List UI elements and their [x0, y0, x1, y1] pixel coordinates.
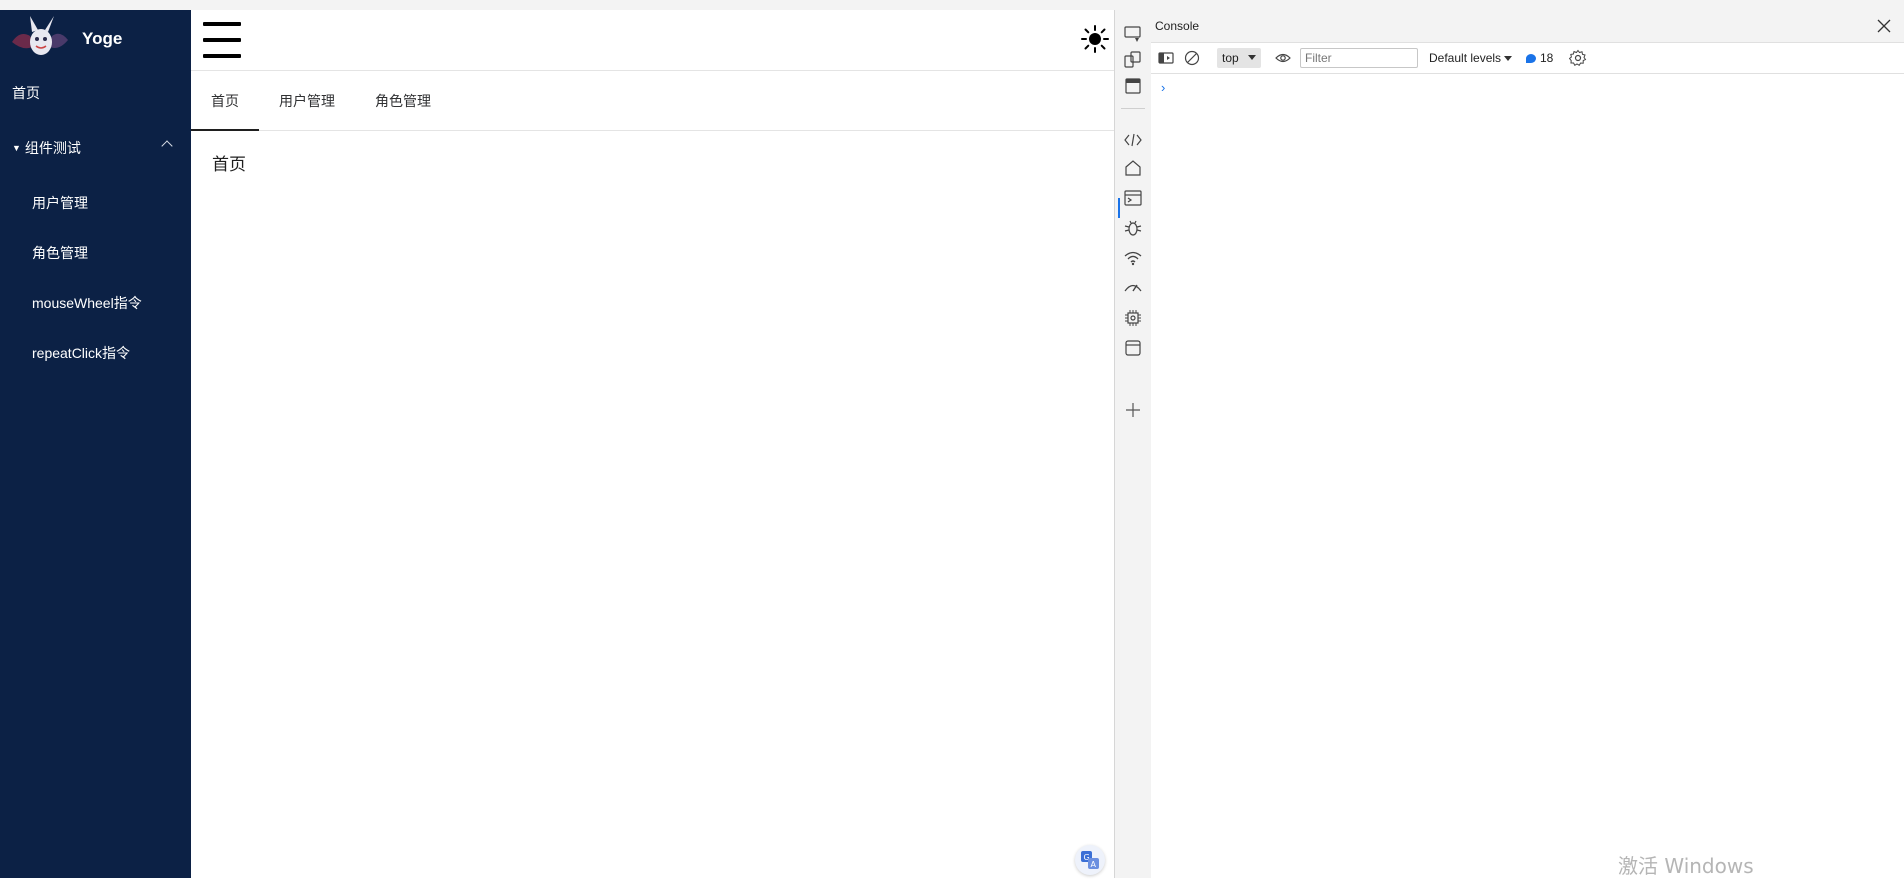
- top-strip: [0, 0, 1904, 10]
- application-icon[interactable]: [1123, 338, 1143, 358]
- brand-name: Yoge: [82, 29, 123, 48]
- context-value: top: [1222, 51, 1239, 65]
- device-emulation-icon[interactable]: [1123, 50, 1143, 70]
- elements-icon[interactable]: [1123, 130, 1143, 150]
- caret-down-icon: ▼: [12, 143, 21, 153]
- sidebar-item-role-management[interactable]: 角色管理: [0, 228, 191, 278]
- sidebar-group-components[interactable]: ▼ 组件测试: [0, 118, 191, 178]
- issues-count: 18: [1540, 51, 1554, 65]
- screencast-icon[interactable]: [1123, 24, 1143, 44]
- add-tool-icon[interactable]: [1123, 400, 1143, 420]
- live-expression-eye-icon[interactable]: [1274, 49, 1292, 67]
- sidebar-item-user-management[interactable]: 用户管理: [0, 178, 191, 228]
- page-title: 首页: [212, 155, 246, 174]
- sidebar-group-label: 组件测试: [24, 140, 81, 156]
- cpu-icon[interactable]: [1123, 308, 1143, 328]
- console-panel: Console top Default levels 18 ›: [1151, 10, 1904, 878]
- home-icon[interactable]: [1123, 158, 1143, 178]
- sun-icon[interactable]: [1080, 24, 1110, 54]
- console-toolbar: top Default levels 18: [1151, 43, 1904, 74]
- devtools-activity-bar: [1114, 10, 1152, 878]
- console-icon[interactable]: [1123, 188, 1143, 208]
- sidebar-item-mousewheel[interactable]: mouseWheel指令: [0, 278, 191, 328]
- translate-icon[interactable]: G A: [1075, 845, 1105, 875]
- dropdown-arrow-icon: [1248, 55, 1256, 60]
- sidebar-item-home[interactable]: 首页: [0, 68, 191, 118]
- brand[interactable]: Yoge: [0, 10, 191, 68]
- message-bubble-icon: [1526, 53, 1536, 63]
- context-select[interactable]: top: [1217, 48, 1261, 68]
- tab-home[interactable]: 首页: [191, 71, 259, 131]
- main-area: 首页 用户管理 角色管理 首页 G A: [191, 10, 1114, 878]
- settings-gear-icon[interactable]: [1568, 49, 1587, 67]
- log-levels-label: Default levels: [1429, 51, 1502, 65]
- app-header: [191, 10, 1114, 71]
- svg-text:A: A: [1091, 860, 1097, 869]
- sidebar-toggle-icon[interactable]: [1157, 49, 1175, 67]
- console-title: Console: [1155, 19, 1200, 33]
- hamburger-menu-icon[interactable]: [203, 20, 241, 60]
- console-prompt[interactable]: ›: [1161, 80, 1165, 95]
- sidebar: Yoge 首页 ▼ 组件测试 用户管理 角色管理 mouseWheel指令 re…: [0, 10, 191, 878]
- wifi-icon[interactable]: [1123, 248, 1143, 268]
- console-header: Console: [1151, 10, 1904, 43]
- bug-icon[interactable]: [1123, 218, 1143, 238]
- tab-role-management[interactable]: 角色管理: [355, 71, 451, 130]
- dropdown-arrow-icon: [1504, 56, 1513, 62]
- tab-bar: 首页 用户管理 角色管理: [191, 71, 1114, 131]
- dock-panel-icon[interactable]: [1123, 76, 1143, 96]
- filter-input[interactable]: [1300, 48, 1418, 68]
- bat-logo-icon: [10, 12, 70, 66]
- issues-counter[interactable]: 18: [1526, 51, 1553, 65]
- clear-console-icon[interactable]: [1183, 49, 1201, 67]
- windows-activation-watermark: 激活 Windows: [1618, 854, 1754, 878]
- close-icon[interactable]: [1876, 18, 1892, 34]
- sidebar-item-repeatclick[interactable]: repeatClick指令: [0, 328, 191, 378]
- performance-icon[interactable]: [1123, 278, 1143, 298]
- tab-user-management[interactable]: 用户管理: [259, 71, 355, 130]
- chevron-up-icon: [161, 140, 173, 152]
- log-levels-dropdown[interactable]: Default levels: [1429, 51, 1513, 65]
